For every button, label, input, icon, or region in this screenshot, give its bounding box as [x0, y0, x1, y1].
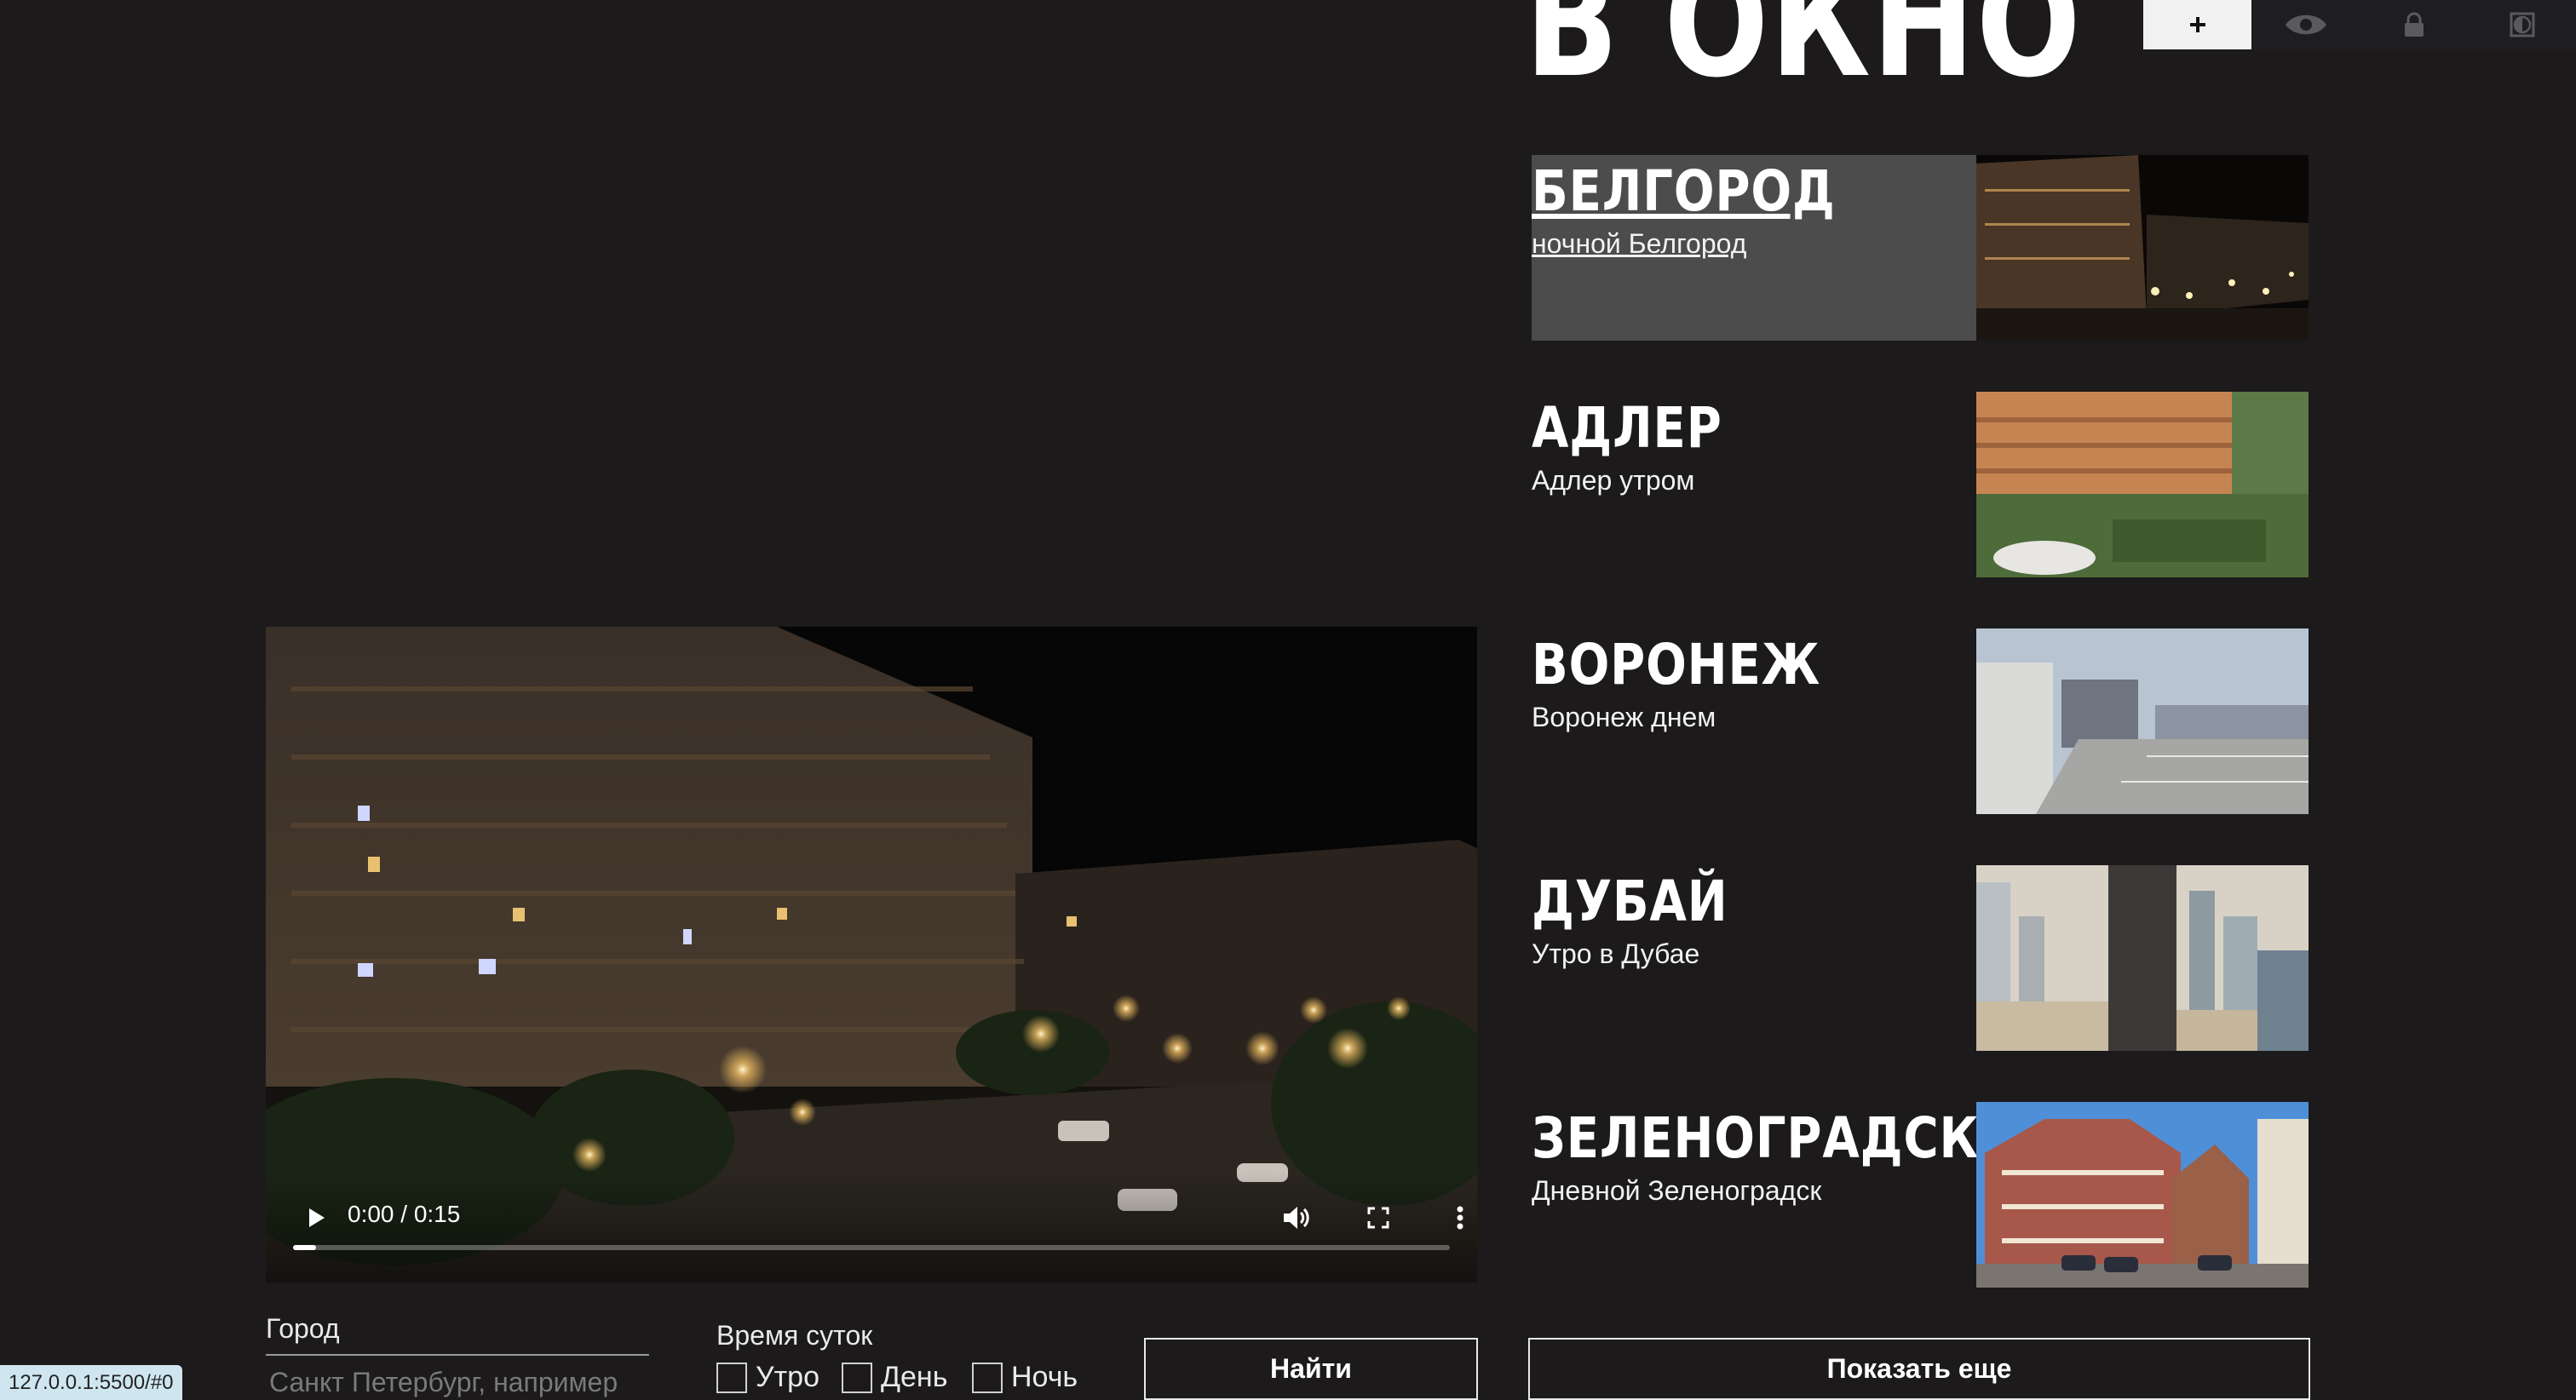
fullscreen-icon[interactable] — [1353, 1192, 1404, 1243]
city-card-text: ВОРОНЕЖ Воронеж днем — [1532, 628, 1976, 814]
city-name[interactable]: БЕЛГОРОД — [1532, 155, 1910, 220]
plus-icon[interactable] — [2143, 0, 2251, 49]
volume-icon[interactable] — [1271, 1192, 1322, 1243]
city-card-zelenogradsk[interactable]: ЗЕЛЕНОГРАДСК Дневной Зеленоградск — [1532, 1102, 2309, 1288]
checkbox-morning-label: Утро — [756, 1361, 819, 1393]
checkbox-night[interactable]: Ночь — [972, 1361, 1078, 1394]
city-label: Город — [266, 1313, 340, 1344]
city-subtitle[interactable]: Адлер утром — [1532, 465, 1976, 496]
city-name[interactable]: ДУБАЙ — [1532, 865, 1910, 930]
more-options-icon[interactable] — [1435, 1192, 1477, 1243]
city-thumbnail-belgorod[interactable] — [1976, 155, 2309, 341]
video-progress-fill — [293, 1245, 317, 1250]
video-player[interactable]: 0:00 / 0:15 — [266, 627, 1477, 1282]
city-name[interactable]: АДЛЕР — [1532, 392, 1910, 456]
lock-icon[interactable] — [2360, 0, 2468, 49]
city-search-input[interactable] — [266, 1354, 649, 1400]
city-subtitle[interactable]: ночной Белгород — [1532, 228, 1976, 260]
city-card-text: АДЛЕР Адлер утром — [1532, 392, 1976, 577]
city-subtitle[interactable]: Дневной Зеленоградск — [1532, 1175, 1976, 1207]
time-of-day-label: Время суток — [716, 1320, 873, 1351]
video-controls: 0:00 / 0:15 — [266, 1172, 1477, 1282]
city-name[interactable]: ВОРОНЕЖ — [1532, 628, 1910, 693]
site-title: В ОКНО — [1525, 0, 2083, 111]
checkbox-morning-box[interactable] — [716, 1362, 747, 1393]
checkbox-night-label: Ночь — [1011, 1361, 1078, 1393]
status-bar-url: 127.0.0.1:5500/#0 — [0, 1365, 182, 1400]
city-card-adler[interactable]: АДЛЕР Адлер утром — [1532, 392, 2309, 577]
city-card-voronezh[interactable]: ВОРОНЕЖ Воронеж днем — [1532, 628, 2309, 814]
contrast-icon[interactable] — [2468, 0, 2576, 49]
video-progress-bar[interactable] — [293, 1245, 1450, 1250]
eye-icon[interactable] — [2251, 0, 2360, 49]
city-name[interactable]: ЗЕЛЕНОГРАДСК — [1532, 1102, 1978, 1167]
city-thumbnail-dubai[interactable] — [1976, 865, 2309, 1051]
city-subtitle[interactable]: Воронеж днем — [1532, 702, 1976, 733]
accessibility-toolbar — [2143, 0, 2576, 49]
checkbox-day-box[interactable] — [842, 1362, 872, 1393]
find-button[interactable]: Найти — [1144, 1338, 1478, 1400]
show-more-button[interactable]: Показать еще — [1528, 1338, 2310, 1400]
page: В ОКНО 0:00 / 0:15 Город Санкт Петербург… — [0, 0, 2576, 1400]
city-card-text: БЕЛГОРОД ночной Белгород — [1532, 155, 1976, 341]
city-subtitle[interactable]: Утро в Дубае — [1532, 938, 1976, 970]
checkbox-day[interactable]: День — [842, 1361, 947, 1394]
city-thumbnail-adler[interactable] — [1976, 392, 2309, 577]
city-card-dubai[interactable]: ДУБАЙ Утро в Дубае — [1532, 865, 2309, 1051]
checkbox-day-label: День — [881, 1361, 948, 1393]
city-thumbnail-zelenogradsk[interactable] — [1976, 1102, 2309, 1288]
city-card-text: ЗЕЛЕНОГРАДСК Дневной Зеленоградск — [1532, 1102, 1978, 1288]
city-card-belgorod[interactable]: БЕЛГОРОД ночной Белгород — [1532, 155, 2309, 341]
checkbox-night-box[interactable] — [972, 1362, 1003, 1393]
city-thumbnail-voronezh[interactable] — [1976, 628, 2309, 814]
city-card-text: ДУБАЙ Утро в Дубае — [1532, 865, 1976, 1051]
video-time: 0:00 / 0:15 — [348, 1201, 461, 1227]
play-icon[interactable] — [291, 1192, 342, 1243]
checkbox-morning[interactable]: Утро — [716, 1361, 819, 1394]
